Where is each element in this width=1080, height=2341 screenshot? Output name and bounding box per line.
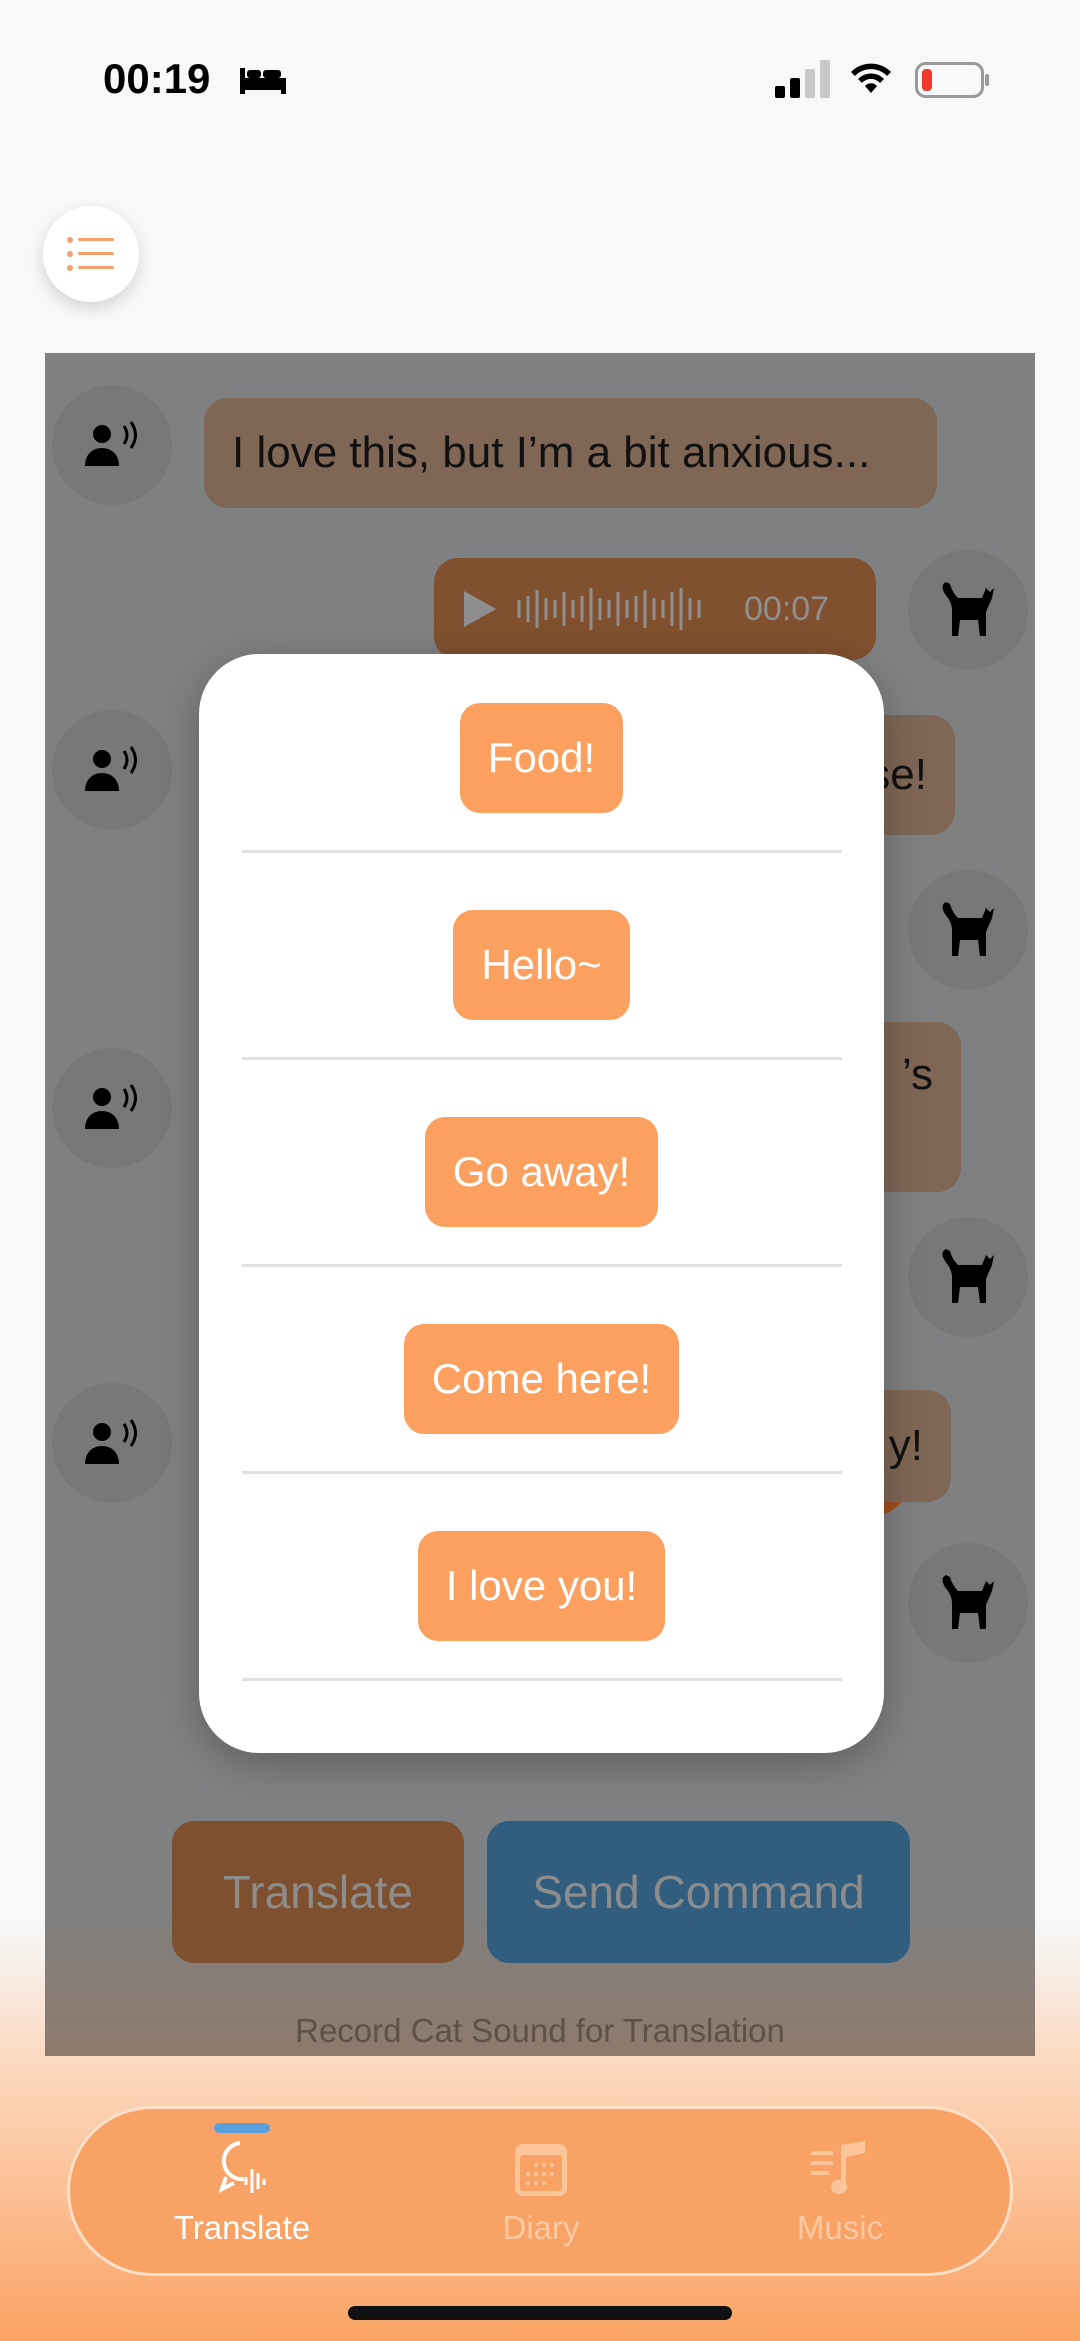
tab-label: Translate [173, 2209, 311, 2246]
cat-icon [942, 1249, 994, 1303]
cat-audio-bubble[interactable]: 00:07 [434, 558, 876, 660]
cat-avatar [908, 1543, 1028, 1663]
status-time: 00:19 [103, 55, 211, 102]
user-avatar [52, 1383, 172, 1503]
divider [242, 1057, 842, 1060]
battery-low-icon [915, 62, 989, 98]
command-option-i-love-you[interactable]: I love you! [199, 1482, 884, 1689]
cat-icon [942, 582, 994, 636]
divider [242, 1678, 842, 1681]
cellular-signal-icon [775, 60, 830, 98]
command-option-come-here[interactable]: Come here! [199, 1275, 884, 1482]
command-come-here-button[interactable]: Come here! [403, 1323, 680, 1434]
translate-button[interactable]: Translate [172, 1821, 464, 1963]
bed-icon [240, 68, 286, 94]
speech-bubble-waveform-icon [218, 2141, 266, 2193]
music-list-icon [811, 2141, 865, 2194]
menu-button[interactable] [43, 206, 139, 302]
tab-label: Diary [502, 2209, 580, 2246]
command-go-away-button[interactable]: Go away! [424, 1116, 659, 1227]
user-avatar [52, 710, 172, 830]
home-indicator[interactable] [348, 2306, 732, 2320]
user-message-bubble: I love this, but I’m a bit anxious... [204, 398, 937, 508]
play-icon[interactable] [462, 589, 498, 629]
command-i-love-you-button[interactable]: I love you! [417, 1530, 666, 1641]
person-speaking-icon [85, 1419, 137, 1464]
message-text: y! [888, 1421, 923, 1470]
message-text: ’s [902, 1050, 933, 1099]
message-text: I love this, but I’m a bit anxious... [232, 428, 871, 477]
tab-translate[interactable]: Translate [142, 2109, 342, 2273]
command-popup: Food! Hello~ Go away! Come here! I love … [199, 654, 884, 1753]
command-option-go-away[interactable]: Go away! [199, 1068, 884, 1275]
tab-bar: Translate Diary Music [67, 2106, 1013, 2276]
active-tab-indicator [214, 2123, 270, 2133]
wifi-icon [851, 63, 891, 93]
calendar-icon [515, 2144, 567, 2196]
send-command-button[interactable]: Send Command [487, 1821, 910, 1963]
command-hello-button[interactable]: Hello~ [453, 909, 630, 1020]
tab-label: Music [796, 2209, 884, 2246]
cat-avatar [908, 1217, 1028, 1337]
waveform-icon [517, 588, 701, 630]
cat-avatar [908, 870, 1028, 990]
cat-icon [942, 902, 994, 956]
cat-avatar [908, 550, 1028, 670]
command-food-button[interactable]: Food! [459, 702, 624, 813]
tab-music[interactable]: Music [740, 2109, 940, 2273]
command-option-food[interactable]: Food! [199, 654, 884, 861]
tab-diary[interactable]: Diary [441, 2109, 641, 2273]
user-avatar [52, 1048, 172, 1168]
record-hint: Record Cat Sound for Translation [295, 2012, 785, 2049]
command-option-hello[interactable]: Hello~ [199, 861, 884, 1068]
divider [242, 1471, 842, 1474]
person-speaking-icon [85, 1084, 137, 1129]
person-speaking-icon [85, 421, 137, 466]
audio-duration: 00:07 [744, 589, 830, 628]
divider [242, 850, 842, 853]
person-speaking-icon [85, 746, 137, 791]
user-avatar [52, 385, 172, 505]
list-icon [67, 237, 114, 271]
divider [242, 1264, 842, 1267]
cat-icon [942, 1575, 994, 1629]
